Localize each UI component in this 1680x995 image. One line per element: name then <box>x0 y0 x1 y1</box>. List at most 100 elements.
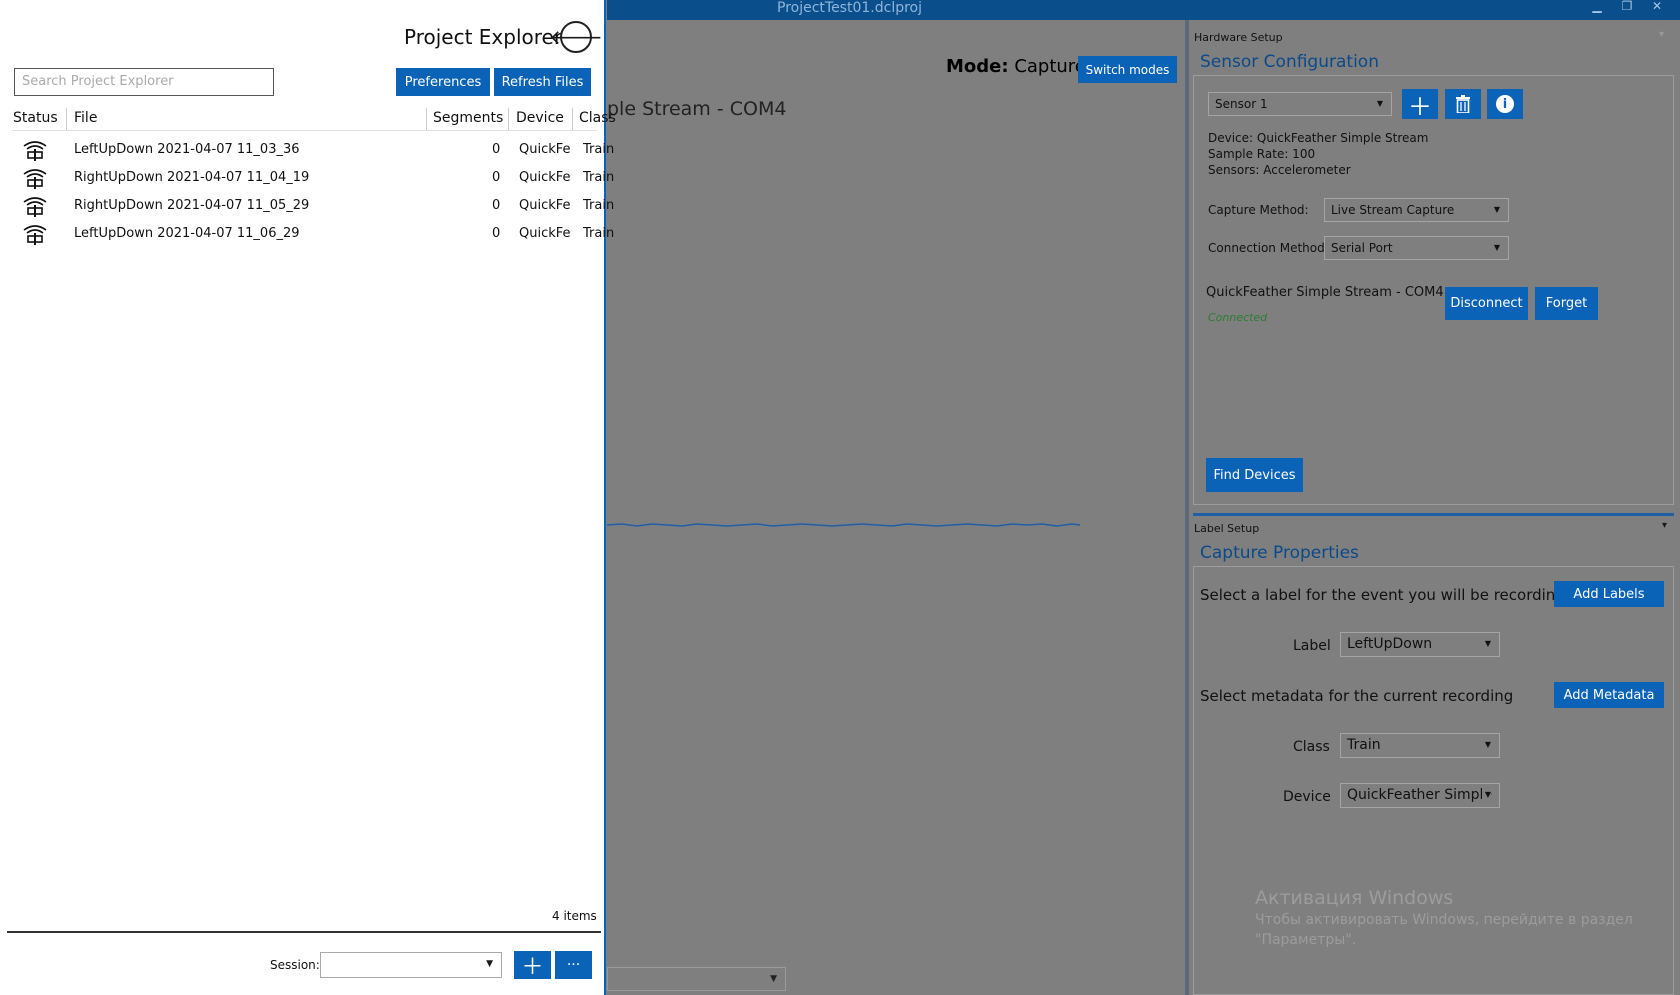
stream-title: ple Stream - COM4 <box>607 98 787 120</box>
chevron-down-icon: ▼ <box>1376 99 1383 108</box>
panel-splitter[interactable] <box>1185 20 1189 995</box>
signal-plot <box>607 523 1080 527</box>
column-header-device[interactable]: Device <box>516 110 564 126</box>
connection-status: Connected <box>1208 311 1268 324</box>
table-row[interactable]: LeftUpDown 2021-04-07 11_03_36 0 QuickFe… <box>12 137 614 164</box>
project-explorer-panel: Project Explorer 🡐 Search Project Explor… <box>0 0 616 995</box>
header-divider <box>12 130 597 131</box>
column-header-segments[interactable]: Segments <box>433 110 503 126</box>
capture-properties-panel <box>1193 566 1674 995</box>
segments-count: 0 <box>492 142 501 157</box>
collapse-chevron-icon[interactable]: ▾ <box>1659 29 1664 40</box>
add-metadata-button[interactable]: Add Metadata <box>1554 682 1664 708</box>
device-cell: QuickFe <box>519 226 571 241</box>
chevron-down-icon: ▼ <box>1493 205 1500 214</box>
file-name: RightUpDown 2021-04-07 11_05_29 <box>74 198 310 213</box>
column-divider[interactable] <box>508 108 509 130</box>
column-header-status[interactable]: Status <box>13 110 58 126</box>
hardware-setup-header: Hardware Setup <box>1194 31 1283 44</box>
column-divider[interactable] <box>66 108 67 130</box>
back-button[interactable]: 🡐 <box>549 21 603 53</box>
watermark-line: "Параметры". <box>1255 932 1357 948</box>
capture-method-label: Capture Method: <box>1208 203 1309 217</box>
column-divider[interactable] <box>426 108 427 130</box>
preferences-button[interactable]: Preferences <box>396 68 490 96</box>
restore-icon[interactable]: ❐ <box>1614 0 1640 16</box>
delete-sensor-button[interactable] <box>1445 89 1481 119</box>
center-bottom-select[interactable]: ▼ <box>607 967 786 991</box>
segments-count: 0 <box>492 170 501 185</box>
connection-method-value: Serial Port <box>1331 241 1393 255</box>
arrow-left-icon: 🡐 <box>549 25 603 49</box>
class-select[interactable]: Train ▼ <box>1340 733 1500 758</box>
sensor-config-title: Sensor Configuration <box>1200 52 1379 72</box>
plus-icon: ＋ <box>1408 92 1432 121</box>
label-setup-header: Label Setup <box>1194 522 1260 535</box>
column-header-file[interactable]: File <box>74 110 97 126</box>
sensors-info: Sensors: Accelerometer <box>1208 163 1351 177</box>
table-row[interactable]: RightUpDown 2021-04-07 11_05_29 0 QuickF… <box>12 193 614 220</box>
project-explorer-title: Project Explorer <box>404 25 563 49</box>
chevron-down-icon: ▼ <box>1484 740 1491 749</box>
section-divider <box>1193 513 1674 516</box>
chevron-down-icon: ▼ <box>1484 639 1491 648</box>
sensor-signal-icon <box>23 169 47 189</box>
switch-modes-button[interactable]: Switch modes <box>1078 56 1177 83</box>
class-cell: Train <box>583 142 615 157</box>
capture-properties-title: Capture Properties <box>1200 543 1359 563</box>
column-divider[interactable] <box>572 108 573 130</box>
signal-line <box>607 523 1080 527</box>
mode-indicator: Mode: Capture <box>946 56 1086 77</box>
capture-method-value: Live Stream Capture <box>1331 203 1455 217</box>
refresh-files-button[interactable]: Refresh Files <box>494 68 591 96</box>
close-icon[interactable]: ✕ <box>1644 0 1670 16</box>
device-select[interactable]: QuickFeather Simple ▼ <box>1340 783 1500 808</box>
forget-button[interactable]: Forget <box>1535 287 1598 320</box>
window-title-bar: ProjectTest01.dclproj ▁ ❐ ✕ <box>607 0 1680 20</box>
metadata-prompt: Select metadata for the current recordin… <box>1200 687 1514 705</box>
chevron-down-icon: ▼ <box>1493 243 1500 252</box>
label-select[interactable]: LeftUpDown ▼ <box>1340 632 1500 657</box>
add-labels-button[interactable]: Add Labels <box>1554 581 1664 607</box>
add-session-button[interactable]: ＋ <box>514 951 551 980</box>
table-row[interactable]: LeftUpDown 2021-04-07 11_06_29 0 QuickFe… <box>12 221 614 248</box>
sensor-signal-icon <box>23 225 47 245</box>
trash-icon <box>1456 95 1470 113</box>
find-devices-button[interactable]: Find Devices <box>1206 458 1303 492</box>
file-name: RightUpDown 2021-04-07 11_04_19 <box>74 170 310 185</box>
chevron-down-icon: ▼ <box>1481 784 1491 806</box>
footer-divider <box>7 931 601 933</box>
item-count: 4 items <box>552 909 597 923</box>
column-header-class[interactable]: Class <box>579 110 616 126</box>
capture-method-select[interactable]: Live Stream Capture ▼ <box>1324 198 1509 222</box>
segments-count: 0 <box>492 198 501 213</box>
plus-icon: ＋ <box>521 955 544 980</box>
collapse-chevron-icon[interactable]: ▾ <box>1662 520 1667 531</box>
file-name: LeftUpDown 2021-04-07 11_06_29 <box>74 226 300 241</box>
sample-rate-info: Sample Rate: 100 <box>1208 147 1316 161</box>
minimize-icon[interactable]: ▁ <box>1584 0 1610 16</box>
mode-value: Capture <box>1014 56 1086 77</box>
device-info: Device: QuickFeather Simple Stream <box>1208 131 1429 145</box>
sensor-info-button[interactable]: i <box>1487 89 1523 119</box>
watermark-title: Активация Windows <box>1255 887 1454 909</box>
sensor-select[interactable]: Sensor 1 ▼ <box>1208 92 1392 116</box>
label-select-value: LeftUpDown <box>1347 636 1433 652</box>
session-more-button[interactable]: ··· <box>555 951 592 979</box>
chevron-down-icon: ▼ <box>770 974 777 984</box>
connection-method-label: Connection Method: <box>1208 241 1329 255</box>
device-select-value: QuickFeather Simple <box>1347 787 1493 803</box>
table-row[interactable]: RightUpDown 2021-04-07 11_04_19 0 QuickF… <box>12 165 614 192</box>
chevron-down-icon: ▼ <box>486 959 493 969</box>
label-prompt: Select a label for the event you will be… <box>1200 586 1565 604</box>
session-select[interactable]: ▼ <box>320 952 502 978</box>
device-cell: QuickFe <box>519 142 571 157</box>
disconnect-button[interactable]: Disconnect <box>1445 287 1528 320</box>
add-sensor-button[interactable]: ＋ <box>1402 89 1438 121</box>
mode-label: Mode: <box>946 56 1009 77</box>
class-cell: Train <box>583 170 615 185</box>
search-input[interactable]: Search Project Explorer <box>14 68 274 96</box>
sensor-signal-icon <box>23 141 47 161</box>
connection-method-select[interactable]: Serial Port ▼ <box>1324 236 1509 260</box>
device-field-label: Device <box>1283 789 1331 805</box>
